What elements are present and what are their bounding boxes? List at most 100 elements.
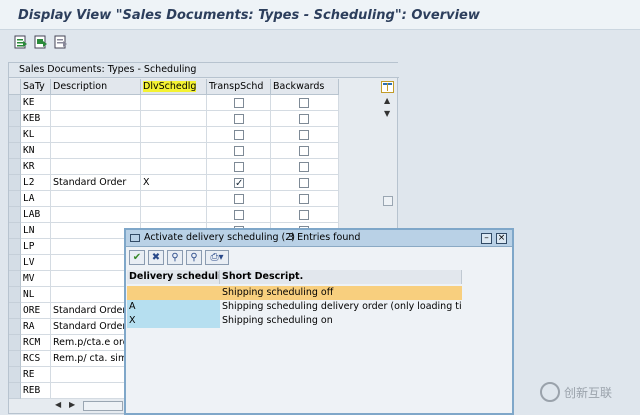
transpschd-checkbox[interactable] [234,210,244,220]
cell-description [51,95,141,111]
column-header-transpschd[interactable]: TranspSchd [207,79,271,95]
transpschd-checkbox[interactable] [234,194,244,204]
popup-entry-key[interactable]: A [127,300,220,314]
popup-entry-description[interactable]: Shipping scheduling off [220,286,462,300]
table-row[interactable]: LAB [9,207,339,223]
popup-entry-key[interactable]: X [127,314,220,328]
column-header-dlvschedlg[interactable]: DlvSchedlg [141,79,207,95]
row-selector[interactable] [9,223,21,239]
cell-dlvschedlg[interactable]: X [141,175,207,191]
backwards-checkbox[interactable] [299,162,309,172]
cell-backwards [271,159,339,175]
row-selector[interactable] [9,367,21,383]
cell-dlvschedlg[interactable] [141,207,207,223]
table-row[interactable]: KN [9,143,339,159]
transpschd-checkbox[interactable] [234,162,244,172]
cell-transpschd [207,95,271,111]
close-icon[interactable]: ✖ [148,250,164,265]
table-row[interactable]: KEB [9,111,339,127]
row-selector[interactable] [9,303,21,319]
row-selector[interactable] [9,383,21,399]
row-selector[interactable] [9,175,21,191]
watermark-logo: 创新互联 [540,380,640,404]
application-toolbar [0,30,640,54]
column-header-saty[interactable]: SaTy [21,79,51,95]
row-selector[interactable] [9,207,21,223]
checkmark-icon[interactable]: ✔ [129,250,145,265]
cell-description [51,207,141,223]
row-selector[interactable] [9,335,21,351]
horizontal-scroll-thumb[interactable] [83,401,123,411]
row-selector[interactable] [9,127,21,143]
scroll-down-icon[interactable]: ▼ [384,109,390,118]
row-selector[interactable] [9,255,21,271]
cell-dlvschedlg[interactable] [141,95,207,111]
cell-saty: LN [21,223,51,239]
row-selector[interactable] [9,239,21,255]
vertical-scroll-thumb[interactable] [383,196,393,206]
row-selector[interactable] [9,351,21,367]
cell-transpschd [207,159,271,175]
scroll-up-icon[interactable]: ▲ [384,96,390,105]
column-header-delivery-scheduling[interactable]: Delivery scheduling [127,270,220,284]
print-icon[interactable]: ⎙▾ [205,250,229,265]
window-title: Display View "Sales Documents: Types - S… [18,8,480,23]
backwards-checkbox[interactable] [299,194,309,204]
cell-saty: L2 [21,175,51,191]
column-header-backwards[interactable]: Backwards [271,79,339,95]
table-row[interactable]: L2 Standard Order X [9,175,339,191]
backwards-checkbox[interactable] [299,98,309,108]
backwards-checkbox[interactable] [299,114,309,124]
row-selector[interactable] [9,319,21,335]
popup-entry-description[interactable]: Shipping scheduling delivery order (only… [220,300,462,314]
transpschd-checkbox[interactable] [234,98,244,108]
transpschd-checkbox[interactable] [234,114,244,124]
transpschd-checkbox[interactable] [234,130,244,140]
select-block-icon[interactable] [32,33,50,51]
backwards-checkbox[interactable] [299,146,309,156]
table-caption: Sales Documents: Types - Scheduling [9,63,399,78]
cell-dlvschedlg[interactable] [141,191,207,207]
transpschd-checkbox[interactable] [234,146,244,156]
table-settings-icon[interactable] [381,81,394,93]
row-selector[interactable] [9,191,21,207]
close-window-icon[interactable]: × [496,233,507,244]
popup-entry-description[interactable]: Shipping scheduling on [220,314,462,328]
cell-description [51,191,141,207]
cell-saty: NL [21,287,51,303]
find-next-icon[interactable]: ⚲ [186,250,202,265]
cell-dlvschedlg[interactable] [141,143,207,159]
cell-dlvschedlg[interactable] [141,159,207,175]
deselect-all-icon[interactable] [52,33,70,51]
table-row[interactable]: KE [9,95,339,111]
cell-dlvschedlg[interactable] [141,111,207,127]
transpschd-checkbox[interactable] [234,176,244,190]
select-all-column[interactable] [9,79,21,95]
row-selector[interactable] [9,159,21,175]
backwards-checkbox[interactable] [299,210,309,220]
row-selector[interactable] [9,271,21,287]
table-row[interactable]: KL [9,127,339,143]
row-selector[interactable] [9,95,21,111]
select-all-icon[interactable] [12,33,30,51]
backwards-checkbox[interactable] [299,178,309,188]
cell-saty: KN [21,143,51,159]
cell-saty: KR [21,159,51,175]
row-selector[interactable] [9,287,21,303]
backwards-checkbox[interactable] [299,130,309,140]
column-header-short-description[interactable]: Short Descript. [220,270,462,284]
scroll-left-icon[interactable]: ◀ [55,400,61,409]
table-row[interactable]: KR [9,159,339,175]
cell-dlvschedlg[interactable] [141,127,207,143]
cell-description [51,127,141,143]
popup-entry-key[interactable] [127,286,220,300]
column-header-description[interactable]: Description [51,79,141,95]
find-icon[interactable]: ⚲ [167,250,183,265]
cell-description: Standard Order [51,175,141,191]
minimize-icon[interactable]: – [481,233,492,244]
cell-transpschd [207,111,271,127]
scroll-right-icon[interactable]: ▶ [69,400,75,409]
row-selector[interactable] [9,111,21,127]
table-row[interactable]: LA [9,191,339,207]
row-selector[interactable] [9,143,21,159]
